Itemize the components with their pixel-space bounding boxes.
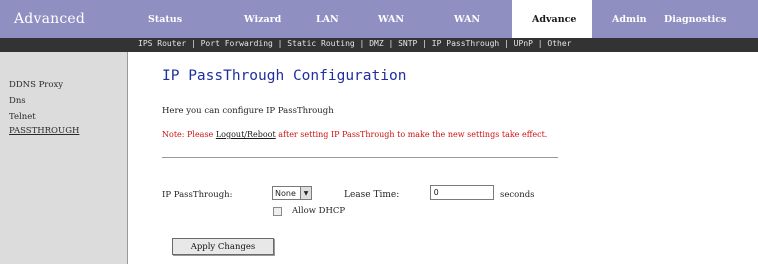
sidebar-item-dns[interactable]: Dns <box>9 96 26 106</box>
tab-advance[interactable]: Advance <box>512 0 592 38</box>
page-title: IP PassThrough Configuration <box>162 68 407 84</box>
tab-admin[interactable]: Admin <box>592 0 647 38</box>
sidebar-item-telnet[interactable]: Telnet <box>9 112 36 122</box>
note-text-before: Note: Please <box>162 130 216 139</box>
sidebar-item-ddns-proxy[interactable]: DDNS Proxy <box>9 80 63 90</box>
main-tabs: Status Wizard LAN WAN WAN Advance Admin … <box>128 0 758 38</box>
passthrough-select[interactable]: None ▼ <box>272 186 312 200</box>
passthrough-label: IP PassThrough: <box>162 190 233 200</box>
warning-note: Note: Please Logout/Reboot after setting… <box>162 130 562 140</box>
logout-reboot-link[interactable]: Logout/Reboot <box>216 130 276 139</box>
tab-diagnostics[interactable]: Diagnostics <box>644 0 758 38</box>
tab-lan[interactable]: LAN <box>296 0 358 38</box>
sidebar-item-passthrough[interactable]: PASSTHROUGH <box>9 126 79 136</box>
tab-wan-2[interactable]: WAN <box>434 0 512 38</box>
section-divider <box>162 157 558 158</box>
allow-checkbox-label: Allow DHCP <box>292 206 346 216</box>
note-text-after: after setting IP PassThrough to make the… <box>275 130 548 139</box>
lease-time-label: Lease Time: <box>344 190 400 200</box>
chevron-down-icon[interactable]: ▼ <box>300 187 311 199</box>
left-sidebar: DDNS Proxy Dns Telnet PASSTHROUGH <box>0 52 128 264</box>
seconds-label: seconds <box>500 190 535 200</box>
subnav-links[interactable]: IPS Router | Port Forwarding | Static Ro… <box>138 39 571 48</box>
lease-time-input[interactable] <box>430 185 494 200</box>
top-navigation-bar: Advanced Status Wizard LAN WAN WAN Advan… <box>0 0 758 38</box>
sub-navigation-bar: IPS Router | Port Forwarding | Static Ro… <box>0 38 758 52</box>
tab-wan[interactable]: WAN <box>358 0 434 38</box>
tab-wizard[interactable]: Wizard <box>224 0 296 38</box>
apply-changes-button[interactable]: Apply Changes <box>172 238 274 255</box>
page-description: Here you can configure IP PassThrough <box>162 106 334 116</box>
brand-title: Advanced <box>14 11 86 27</box>
tab-status[interactable]: Status <box>128 0 224 38</box>
passthrough-select-value: None <box>275 188 296 198</box>
allow-checkbox[interactable] <box>273 207 282 216</box>
